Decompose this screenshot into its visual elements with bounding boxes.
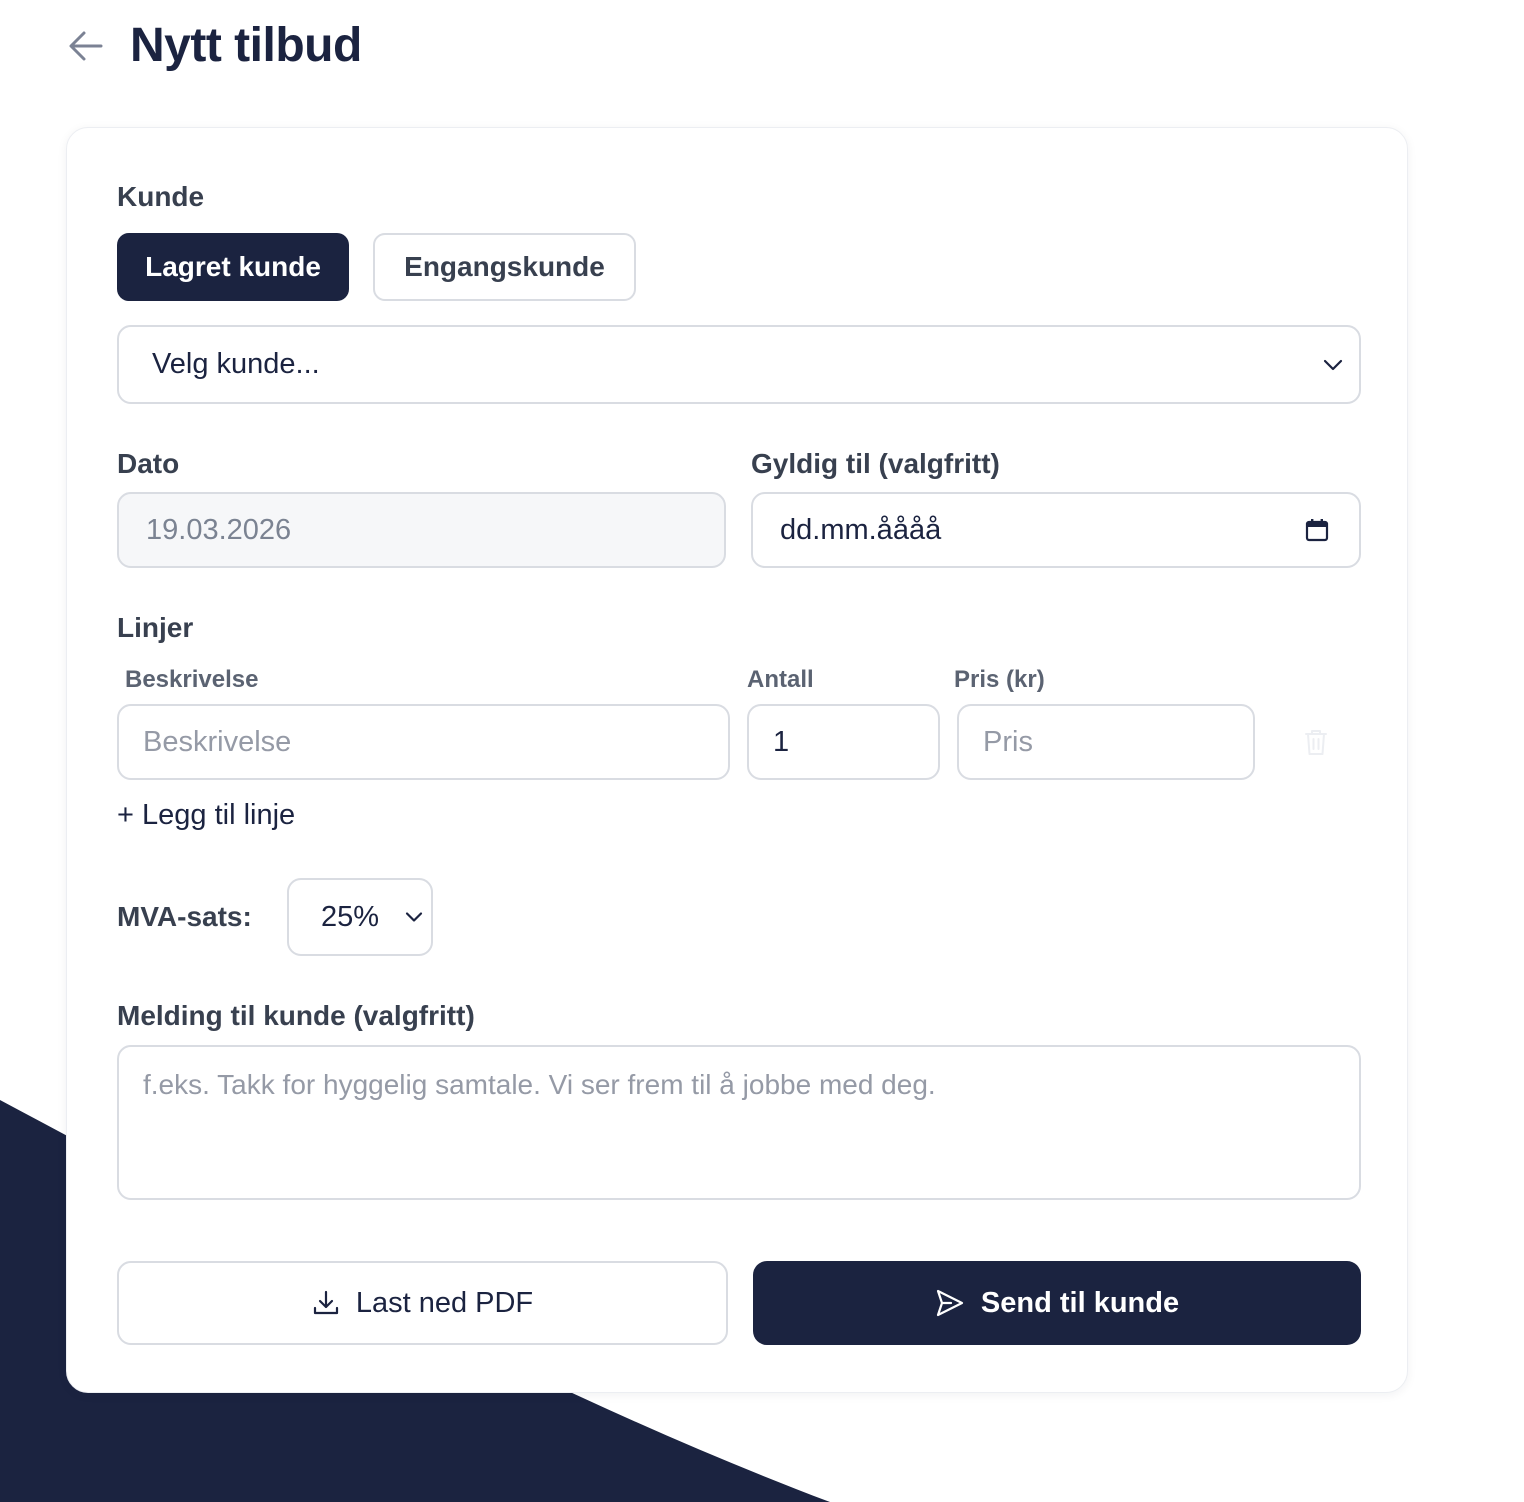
lines-label: Linjer [117,612,194,643]
customer-select[interactable]: Velg kunde... [117,325,1361,404]
page-title: Nytt tilbud [130,19,362,72]
send-to-customer-label: Send til kunde [980,1286,1180,1319]
download-pdf-button[interactable]: Last ned PDF [117,1261,728,1345]
valid-until-field[interactable]: dd.mm.åååå [751,492,1361,568]
date-label: Dato [117,448,180,479]
line-description-input[interactable]: Beskrivelse [117,704,730,780]
line-description-placeholder: Beskrivelse [143,725,292,758]
column-quantity-label: Antall [747,666,814,693]
line-price-input[interactable]: Pris [957,704,1255,780]
download-pdf-label: Last ned PDF [355,1286,534,1319]
send-to-customer-button[interactable]: Send til kunde [753,1261,1361,1345]
offer-form-card: Kunde Lagret kunde Engangskunde Velg kun… [66,127,1408,1393]
vat-label: MVA-sats: [117,901,252,932]
line-quantity-value: 1 [773,725,790,758]
column-price-label: Pris (kr) [954,666,1045,693]
trash-icon[interactable] [1303,727,1329,757]
valid-until-label: Gyldig til (valgfritt) [751,448,1000,479]
chevron-down-icon [405,912,423,922]
tab-saved-customer[interactable]: Lagret kunde [117,233,349,301]
column-description-label: Beskrivelse [125,666,259,693]
arrow-left-icon [69,31,103,61]
back-button[interactable] [66,26,106,66]
download-icon [313,1290,338,1315]
page-header: Nytt tilbud [66,14,362,78]
line-quantity-input[interactable]: 1 [747,704,940,780]
chevron-down-icon [1323,359,1343,370]
add-line-button[interactable]: + Legg til linje [117,799,295,832]
calendar-icon[interactable] [1305,518,1329,542]
message-placeholder: f.eks. Takk for hyggelig samtale. Vi ser… [143,1069,936,1100]
tab-one-time-customer[interactable]: Engangskunde [373,233,636,301]
vat-select-value: 25% [321,900,380,933]
message-textarea[interactable]: f.eks. Takk for hyggelig samtale. Vi ser… [117,1045,1361,1200]
valid-until-value: dd.mm.åååå [780,513,942,546]
customer-label: Kunde [117,181,205,212]
line-price-placeholder: Pris [983,725,1033,758]
date-field: 19.03.2026 [117,492,726,568]
message-label: Melding til kunde (valgfritt) [117,1000,475,1031]
vat-select[interactable]: 25% [287,878,433,956]
customer-select-value: Velg kunde... [152,348,320,380]
send-icon [936,1289,964,1317]
